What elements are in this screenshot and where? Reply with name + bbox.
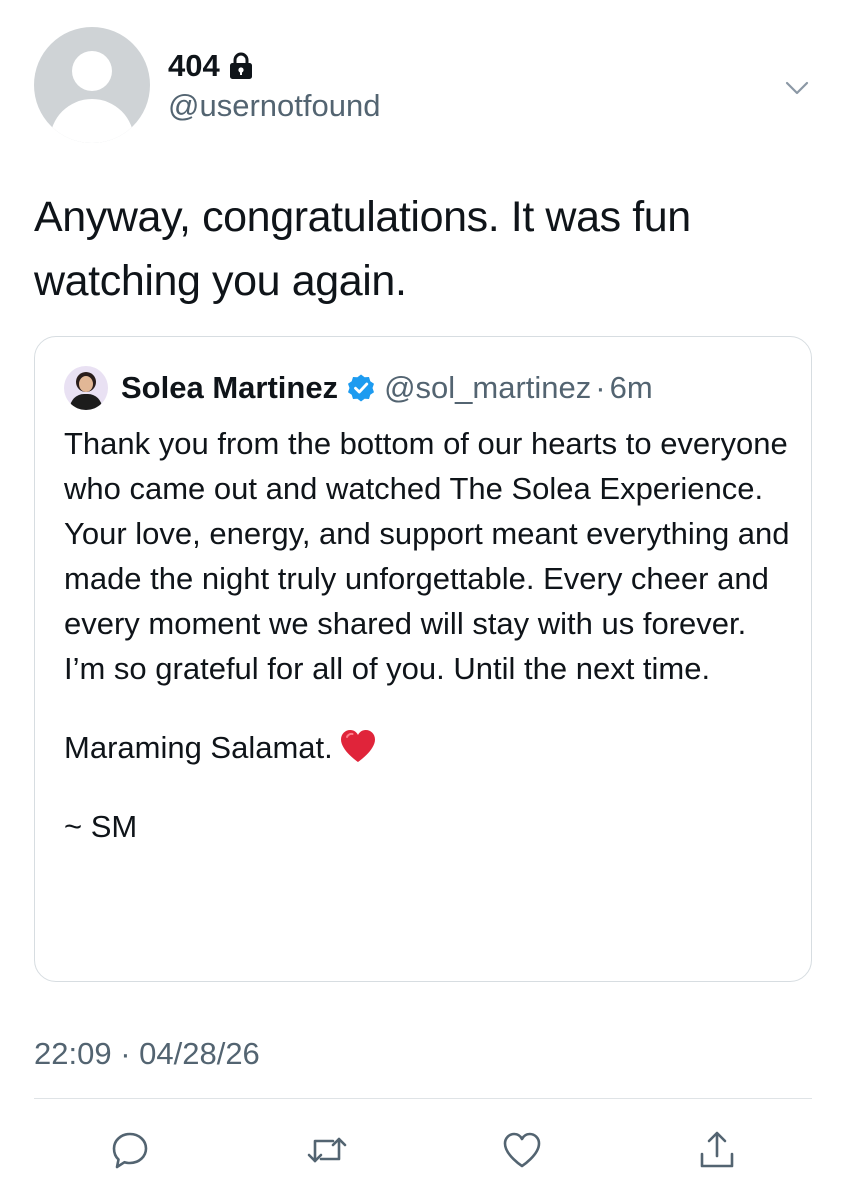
divider [34, 1098, 812, 1099]
like-button[interactable] [498, 1126, 546, 1174]
share-button[interactable] [693, 1126, 741, 1174]
avatar-torso-shape [50, 99, 134, 143]
author-avatar[interactable] [34, 27, 150, 143]
lock-icon [229, 52, 252, 79]
red-heart-emoji [340, 730, 375, 762]
author-name-text: 404 [168, 48, 220, 83]
verified-badge-icon [348, 374, 375, 402]
like-icon [503, 1132, 541, 1168]
tweet-timestamp[interactable]: 22:09 · 04/28/26 [34, 1035, 260, 1073]
reply-icon [112, 1132, 148, 1169]
quoted-author-name[interactable]: Solea Martinez [121, 369, 338, 407]
quoted-paragraph: Thank you from the bottom of our hearts … [64, 426, 790, 686]
quoted-tweet-body: Thank you from the bottom of our hearts … [64, 421, 794, 849]
author-handle[interactable]: @usernotfound [168, 88, 380, 124]
retweet-button[interactable] [303, 1126, 351, 1174]
avatar-face-shape [79, 376, 93, 392]
quoted-tweet-time[interactable]: 6m [610, 369, 653, 407]
quoted-tweet-card[interactable]: Solea Martinez @sol_martinez · 6m Thank … [34, 336, 812, 982]
quoted-author-handle[interactable]: @sol_martinez [384, 369, 591, 407]
chevron-down-icon[interactable] [783, 74, 811, 102]
quoted-paragraph-text: Maraming Salamat. [64, 730, 333, 765]
quoted-tweet-header: Solea Martinez @sol_martinez · 6m [121, 369, 653, 407]
share-icon [700, 1131, 734, 1168]
tweet-text: Anyway, congratulations. It was fun watc… [34, 193, 691, 305]
separator-dot: · [595, 370, 606, 405]
avatar-body-shape [70, 394, 102, 410]
quoted-paragraph-closing: Maraming Salamat. [64, 725, 794, 770]
retweet-icon [307, 1137, 347, 1163]
tweet-action-bar [0, 1126, 847, 1178]
quoted-signature: ~ SM [64, 809, 138, 844]
quoted-author-avatar[interactable] [64, 366, 108, 410]
avatar-head-shape [72, 51, 112, 91]
author-display-name[interactable]: 404 [168, 48, 254, 84]
reply-button[interactable] [106, 1126, 154, 1174]
